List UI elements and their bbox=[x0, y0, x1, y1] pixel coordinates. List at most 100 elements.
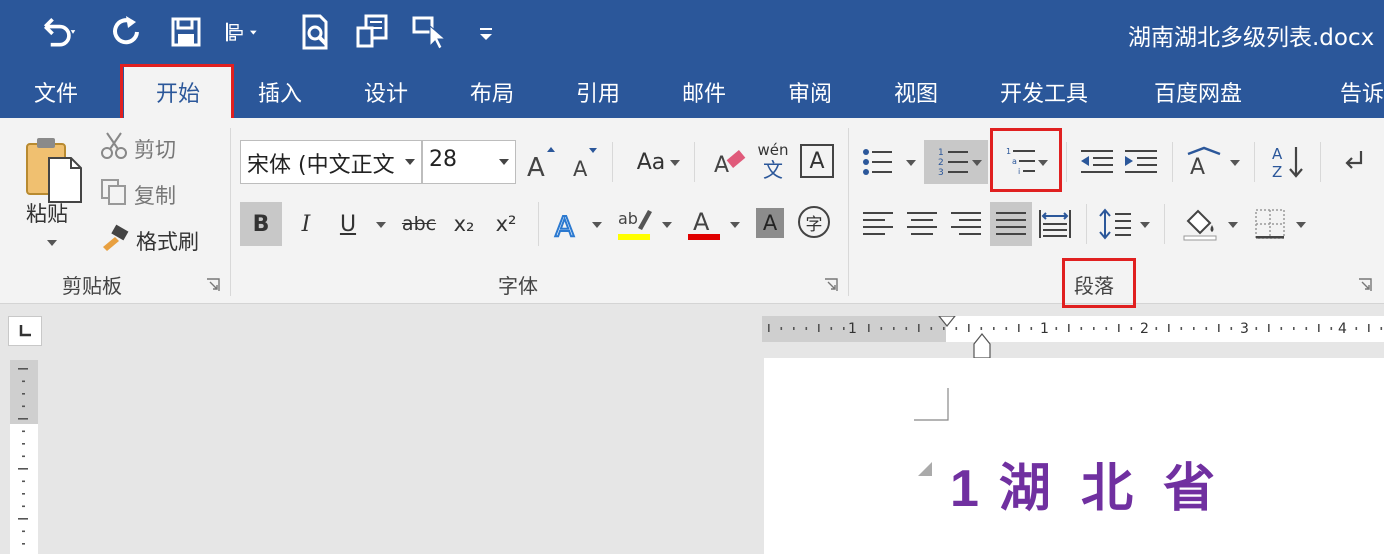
format-painter-icon bbox=[98, 222, 132, 254]
copy-format-button[interactable] bbox=[352, 10, 392, 54]
separator bbox=[694, 142, 695, 182]
shading-dropdown-arrow[interactable] bbox=[1228, 222, 1238, 228]
ruler-tick bbox=[843, 327, 845, 330]
show-hide-marks-button[interactable] bbox=[1336, 142, 1372, 182]
tab-mailings[interactable]: 邮件 bbox=[682, 76, 726, 108]
ruler-tick bbox=[1005, 327, 1008, 330]
align-right-button[interactable] bbox=[946, 202, 986, 246]
enclose-characters-button[interactable]: 字 bbox=[798, 206, 830, 238]
font-launcher-icon[interactable] bbox=[824, 278, 838, 292]
heading-1[interactable]: 1湖 北 省 bbox=[950, 446, 1221, 521]
increase-indent-icon bbox=[1125, 150, 1157, 173]
asian-layout-dropdown-arrow[interactable] bbox=[1230, 160, 1240, 166]
strikethrough-button[interactable]: abc bbox=[396, 202, 442, 246]
bullets-dropdown-arrow[interactable] bbox=[906, 160, 916, 166]
decrease-indent-button[interactable] bbox=[1076, 140, 1118, 184]
tab-home[interactable]: 开始 bbox=[124, 66, 232, 118]
line-spacing-dropdown-arrow[interactable] bbox=[1140, 222, 1150, 228]
touch-mode-button[interactable] bbox=[410, 10, 450, 54]
multilevel-list-button[interactable]: 1 a i bbox=[994, 140, 1054, 184]
align-center-button[interactable] bbox=[902, 202, 942, 246]
customize-qat-button[interactable] bbox=[466, 10, 506, 54]
borders-button[interactable] bbox=[1250, 202, 1290, 246]
tab-view[interactable]: 视图 bbox=[894, 76, 938, 108]
borders-dropdown-arrow[interactable] bbox=[1296, 222, 1306, 228]
underline-dropdown-arrow[interactable] bbox=[376, 222, 386, 228]
multilevel-list-dropdown-arrow[interactable] bbox=[1038, 160, 1048, 166]
tab-insert[interactable]: 插入 bbox=[258, 76, 302, 108]
tab-developer[interactable]: 开发工具 bbox=[1000, 76, 1088, 108]
character-border-char: A bbox=[809, 148, 825, 174]
font-name-combo[interactable]: 宋体 (中文正文 bbox=[240, 140, 422, 184]
svg-text:1: 1 bbox=[938, 148, 944, 158]
font-color-dropdown-arrow[interactable] bbox=[730, 222, 740, 228]
change-case-dropdown-arrow[interactable] bbox=[670, 160, 680, 166]
shading-button[interactable] bbox=[1178, 202, 1222, 246]
bullets-button[interactable] bbox=[858, 140, 898, 184]
increase-indent-button[interactable] bbox=[1120, 140, 1162, 184]
save-button[interactable] bbox=[166, 10, 206, 54]
first-line-indent-marker[interactable] bbox=[938, 316, 956, 327]
align-left-text-button[interactable] bbox=[858, 202, 898, 246]
print-preview-button[interactable] bbox=[296, 10, 336, 54]
svg-text:3: 3 bbox=[938, 168, 944, 178]
font-size-combo[interactable]: 28 bbox=[422, 140, 516, 184]
align-left-button[interactable] bbox=[222, 10, 262, 54]
superscript-button[interactable]: x² bbox=[488, 202, 524, 246]
italic-button[interactable]: I bbox=[288, 202, 324, 246]
text-effects-dropdown-arrow[interactable] bbox=[592, 222, 602, 228]
tab-references[interactable]: 引用 bbox=[576, 76, 620, 108]
clear-formatting-button[interactable]: A bbox=[710, 142, 750, 182]
hanging-indent-marker[interactable] bbox=[973, 333, 991, 359]
paste-label: 粘贴 bbox=[26, 202, 68, 226]
shrink-font-icon: A bbox=[573, 148, 597, 180]
numbering-dropdown-arrow[interactable] bbox=[972, 160, 982, 166]
tab-layout[interactable]: 布局 bbox=[470, 76, 514, 108]
numbering-button[interactable]: 1 2 3 bbox=[924, 140, 988, 184]
tab-review[interactable]: 审阅 bbox=[788, 76, 832, 108]
vertical-ruler-tick bbox=[18, 468, 28, 470]
line-spacing-button[interactable] bbox=[1096, 202, 1134, 246]
collapse-heading-icon[interactable] bbox=[916, 460, 934, 478]
highlight-color-bar bbox=[618, 234, 650, 240]
clipboard-launcher-icon[interactable] bbox=[206, 278, 220, 292]
font-name-dropdown-arrow[interactable] bbox=[405, 159, 415, 165]
tab-selector[interactable] bbox=[8, 316, 42, 346]
grow-font-button[interactable]: A bbox=[524, 142, 560, 182]
character-border-button[interactable]: A bbox=[800, 144, 834, 178]
page-corner-mark bbox=[914, 388, 949, 421]
tab-file[interactable]: 文件 bbox=[34, 76, 78, 108]
undo-button[interactable] bbox=[38, 10, 78, 54]
ruler-tick bbox=[1218, 324, 1220, 332]
change-case-button[interactable]: Aa bbox=[622, 142, 680, 182]
paste-dropdown-arrow[interactable] bbox=[47, 240, 57, 246]
shrink-font-button[interactable]: A bbox=[568, 142, 604, 182]
separator bbox=[1066, 142, 1067, 182]
svg-text:A: A bbox=[714, 153, 729, 178]
underline-button[interactable]: U bbox=[330, 202, 366, 246]
sort-button[interactable]: A Z bbox=[1266, 140, 1310, 184]
font-size-dropdown-arrow[interactable] bbox=[499, 159, 509, 165]
font-color-button[interactable]: A bbox=[682, 202, 726, 246]
distributed-button[interactable] bbox=[1036, 202, 1074, 246]
text-effects-button[interactable]: A bbox=[550, 202, 586, 246]
cut-button[interactable]: 剪切 bbox=[134, 134, 176, 164]
paragraph-launcher-icon[interactable] bbox=[1358, 278, 1372, 292]
bold-button[interactable]: B bbox=[240, 202, 282, 246]
heading-text: 湖 北 省 bbox=[998, 459, 1222, 519]
asian-layout-button[interactable]: A bbox=[1182, 140, 1226, 184]
character-shading-button[interactable]: A bbox=[756, 208, 784, 238]
subscript-button[interactable]: x₂ bbox=[446, 202, 482, 246]
phonetic-guide-button[interactable]: wén 文 bbox=[752, 138, 794, 184]
svg-text:i: i bbox=[1018, 167, 1020, 176]
tab-tell-me[interactable]: 告诉 bbox=[1340, 76, 1384, 108]
justify-button[interactable] bbox=[990, 202, 1032, 246]
highlight-button[interactable]: ab bbox=[612, 202, 656, 246]
vertical-ruler-tick bbox=[22, 530, 25, 533]
tab-baidu-netdisk[interactable]: 百度网盘 bbox=[1154, 76, 1242, 108]
format-painter-button[interactable]: 格式刷 bbox=[136, 226, 199, 256]
tab-design[interactable]: 设计 bbox=[364, 76, 408, 108]
redo-button[interactable] bbox=[106, 10, 146, 54]
highlight-dropdown-arrow[interactable] bbox=[662, 222, 672, 228]
copy-button[interactable]: 复制 bbox=[134, 180, 176, 210]
